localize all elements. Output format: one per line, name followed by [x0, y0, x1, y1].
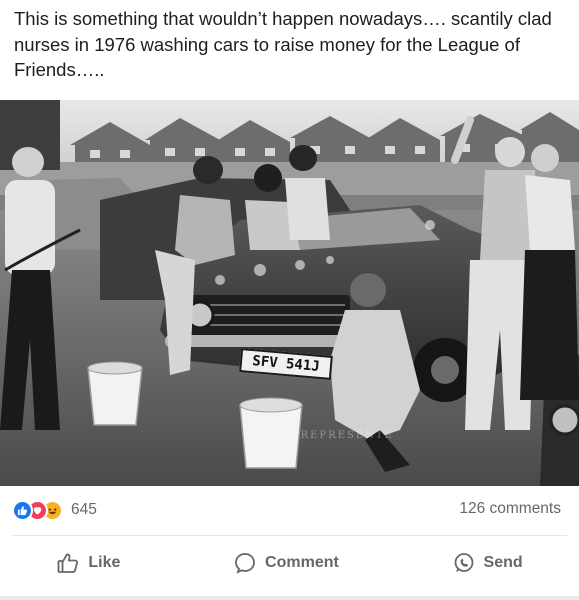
comment-count[interactable]: 126 comments [459, 500, 561, 518]
like-icon [12, 499, 33, 521]
like-button[interactable]: Like [44, 545, 132, 581]
post-photo[interactable]: SFV 541J PIN REPRESENTE [0, 100, 579, 486]
reactions-summary[interactable]: 645 [12, 498, 97, 522]
comment-button[interactable]: Comment [221, 545, 351, 581]
photo-watermark: PIN REPRESENTE [270, 430, 394, 441]
like-button-label: Like [88, 554, 121, 571]
divider [12, 535, 567, 536]
post-actions-bar: Like Comment Send [0, 540, 579, 586]
send-button-label: Send [483, 554, 523, 571]
comment-button-label: Comment [265, 554, 339, 571]
reaction-count: 645 [71, 501, 97, 518]
vintage-photo-illustration [0, 100, 579, 486]
send-button[interactable]: Send [440, 545, 535, 581]
messenger-icon [454, 553, 473, 572]
thumbs-up-icon [57, 553, 79, 573]
number-plate-text: SFV 541J [251, 353, 321, 375]
comment-bubble-icon [235, 553, 255, 574]
post-text: This is something that wouldn’t happen n… [14, 8, 552, 80]
post-bottom-border [0, 596, 579, 600]
